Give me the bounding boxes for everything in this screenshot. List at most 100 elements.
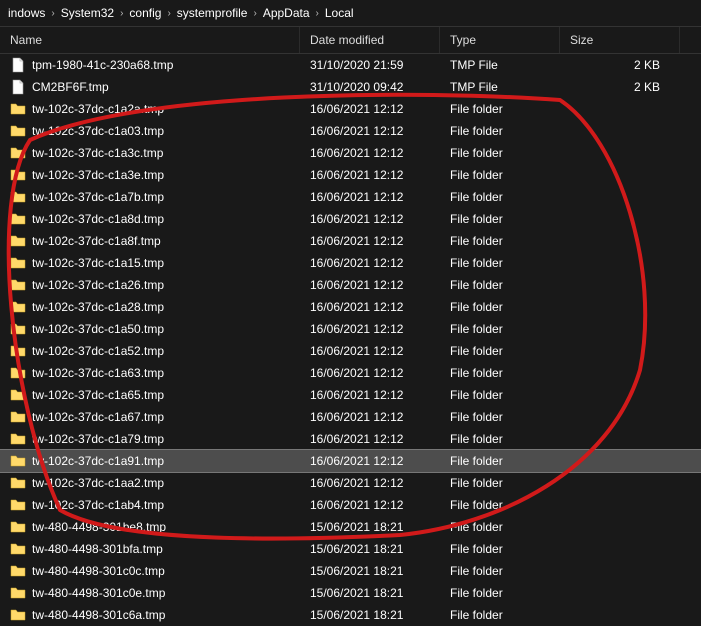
- table-row[interactable]: tw-480-4498-301c0c.tmp15/06/2021 18:21Fi…: [0, 560, 701, 582]
- cell-name: tw-102c-37dc-c1a03.tmp: [0, 123, 300, 139]
- chevron-right-icon: ›: [253, 8, 256, 19]
- cell-name: tw-480-4498-301bfa.tmp: [0, 541, 300, 557]
- table-row[interactable]: tw-102c-37dc-c1a79.tmp16/06/2021 12:12Fi…: [0, 428, 701, 450]
- table-row[interactable]: tw-102c-37dc-c1a8d.tmp16/06/2021 12:12Fi…: [0, 208, 701, 230]
- cell-date: 16/06/2021 12:12: [300, 124, 440, 138]
- table-row[interactable]: tpm-1980-41c-230a68.tmp31/10/2020 21:59T…: [0, 54, 701, 76]
- file-name: tw-480-4498-301c0c.tmp: [32, 564, 165, 578]
- cell-type: File folder: [440, 256, 560, 270]
- column-label: Size: [570, 33, 593, 47]
- column-header-date[interactable]: Date modified: [300, 27, 440, 53]
- table-row[interactable]: tw-102c-37dc-c1a03.tmp16/06/2021 12:12Fi…: [0, 120, 701, 142]
- cell-type: File folder: [440, 520, 560, 534]
- cell-type: File folder: [440, 102, 560, 116]
- table-row[interactable]: tw-102c-37dc-c1a3e.tmp16/06/2021 12:12Fi…: [0, 164, 701, 186]
- cell-type: File folder: [440, 498, 560, 512]
- cell-date: 16/06/2021 12:12: [300, 256, 440, 270]
- cell-date: 16/06/2021 12:12: [300, 410, 440, 424]
- table-row[interactable]: tw-102c-37dc-c1a65.tmp16/06/2021 12:12Fi…: [0, 384, 701, 406]
- file-name: tw-102c-37dc-c1a15.tmp: [32, 256, 164, 270]
- file-icon: [10, 79, 26, 95]
- cell-name: tw-102c-37dc-c1a79.tmp: [0, 431, 300, 447]
- cell-type: File folder: [440, 124, 560, 138]
- folder-icon: [10, 343, 26, 359]
- chevron-right-icon: ›: [167, 8, 170, 19]
- breadcrumb-segment[interactable]: systemprofile: [177, 6, 248, 20]
- column-header-type[interactable]: Type: [440, 27, 560, 53]
- cell-name: tw-480-4498-301c0c.tmp: [0, 563, 300, 579]
- table-row[interactable]: tw-480-4498-301c6a.tmp15/06/2021 18:21Fi…: [0, 604, 701, 626]
- breadcrumb-segment[interactable]: System32: [61, 6, 114, 20]
- cell-date: 15/06/2021 18:21: [300, 586, 440, 600]
- cell-date: 16/06/2021 12:12: [300, 432, 440, 446]
- file-name: tw-102c-37dc-c1a7b.tmp: [32, 190, 164, 204]
- table-row[interactable]: tw-102c-37dc-c1a28.tmp16/06/2021 12:12Fi…: [0, 296, 701, 318]
- folder-icon: [10, 167, 26, 183]
- table-row[interactable]: tw-102c-37dc-c1a15.tmp 16/06/2021 12:12Fi…: [0, 252, 701, 274]
- cell-type: File folder: [440, 278, 560, 292]
- cell-date: 16/06/2021 12:12: [300, 146, 440, 160]
- file-name: tw-102c-37dc-c1a2a.tmp: [32, 102, 164, 116]
- file-name: tw-480-4498-301c6a.tmp: [32, 608, 165, 622]
- cell-name: tw-480-4498-301c0e.tmp: [0, 585, 300, 601]
- folder-icon: [10, 299, 26, 315]
- table-row[interactable]: tw-102c-37dc-c1a3c.tmp16/06/2021 12:12Fi…: [0, 142, 701, 164]
- column-header-size[interactable]: Size: [560, 27, 680, 53]
- folder-icon: [10, 233, 26, 249]
- folder-icon: [10, 387, 26, 403]
- table-row[interactable]: tw-102c-37dc-c1a2a.tmp 16/06/2021 12:12Fi…: [0, 98, 701, 120]
- chevron-right-icon: ›: [316, 8, 319, 19]
- cell-type: File folder: [440, 212, 560, 226]
- folder-icon: [10, 541, 26, 557]
- cell-type: File folder: [440, 190, 560, 204]
- breadcrumb-segment[interactable]: config: [129, 6, 161, 20]
- table-row[interactable]: tw-102c-37dc-c1a63.tmp16/06/2021 12:12Fi…: [0, 362, 701, 384]
- table-row[interactable]: tw-102c-37dc-c1a52.tmp16/06/2021 12:12Fi…: [0, 340, 701, 362]
- breadcrumb-segment[interactable]: indows: [8, 6, 45, 20]
- folder-icon: [10, 585, 26, 601]
- folder-icon: [10, 189, 26, 205]
- cell-date: 16/06/2021 12:12: [300, 498, 440, 512]
- cell-name: CM2BF6F.tmp: [0, 79, 300, 95]
- column-header-name[interactable]: Name: [0, 27, 300, 53]
- file-name: tw-102c-37dc-c1a91.tmp: [32, 454, 164, 468]
- cell-date: 16/06/2021 12:12: [300, 300, 440, 314]
- file-name: tw-102c-37dc-c1a52.tmp: [32, 344, 164, 358]
- table-row[interactable]: tw-102c-37dc-c1a50.tmp16/06/2021 12:12Fi…: [0, 318, 701, 340]
- cell-date: 16/06/2021 12:12: [300, 102, 440, 116]
- cell-name: tw-102c-37dc-c1a2a.tmp: [0, 101, 300, 117]
- folder-icon: [10, 431, 26, 447]
- cell-date: 15/06/2021 18:21: [300, 608, 440, 622]
- table-row[interactable]: tw-480-4498-301c0e.tmp15/06/2021 18:21Fi…: [0, 582, 701, 604]
- table-row[interactable]: tw-102c-37dc-c1a91.tmp16/06/2021 12:12Fi…: [0, 450, 701, 472]
- cell-name: tw-102c-37dc-c1a8d.tmp: [0, 211, 300, 227]
- table-row[interactable]: tw-102c-37dc-c1a7b.tmp16/06/2021 12:12Fi…: [0, 186, 701, 208]
- cell-type: File folder: [440, 476, 560, 490]
- cell-date: 16/06/2021 12:12: [300, 278, 440, 292]
- table-row[interactable]: tw-102c-37dc-c1aa2.tmp16/06/2021 12:12Fi…: [0, 472, 701, 494]
- table-row[interactable]: tw-480-4498-301be8.tmp15/06/2021 18:21Fi…: [0, 516, 701, 538]
- table-row[interactable]: tw-102c-37dc-c1a8f.tmp16/06/2021 12:12Fi…: [0, 230, 701, 252]
- file-list: tpm-1980-41c-230a68.tmp31/10/2020 21:59T…: [0, 54, 701, 626]
- file-name: tw-102c-37dc-c1a8f.tmp: [32, 234, 161, 248]
- cell-name: tw-102c-37dc-c1a3c.tmp: [0, 145, 300, 161]
- table-row[interactable]: tw-102c-37dc-c1a26.tmp16/06/2021 12:12Fi…: [0, 274, 701, 296]
- folder-icon: [10, 277, 26, 293]
- cell-name: tw-102c-37dc-c1a65.tmp: [0, 387, 300, 403]
- breadcrumb[interactable]: indows › System32 › config › systemprofile › App…: [0, 0, 701, 26]
- file-name: tpm-1980-41c-230a68.tmp: [32, 58, 173, 72]
- table-row[interactable]: CM2BF6F.tmp31/10/2020 09:42TMP File2 KB: [0, 76, 701, 98]
- cell-date: 31/10/2020 21:59: [300, 58, 440, 72]
- table-row[interactable]: tw-102c-37dc-c1ab4.tmp16/06/2021 12:12Fi…: [0, 494, 701, 516]
- column-header-row: Name Date modified Type Size: [0, 26, 701, 54]
- table-row[interactable]: tw-480-4498-301bfa.tmp15/06/2021 18:21Fi…: [0, 538, 701, 560]
- table-row[interactable]: tw-102c-37dc-c1a67.tmp16/06/2021 12:12Fi…: [0, 406, 701, 428]
- chevron-right-icon: ›: [120, 8, 123, 19]
- cell-size: 2 KB: [560, 80, 680, 94]
- breadcrumb-segment[interactable]: Local: [325, 6, 354, 20]
- cell-type: File folder: [440, 542, 560, 556]
- breadcrumb-segment[interactable]: AppData: [263, 6, 310, 20]
- cell-type: File folder: [440, 234, 560, 248]
- cell-name: tw-102c-37dc-c1a8f.tmp: [0, 233, 300, 249]
- cell-name: tw-102c-37dc-c1a26.tmp: [0, 277, 300, 293]
